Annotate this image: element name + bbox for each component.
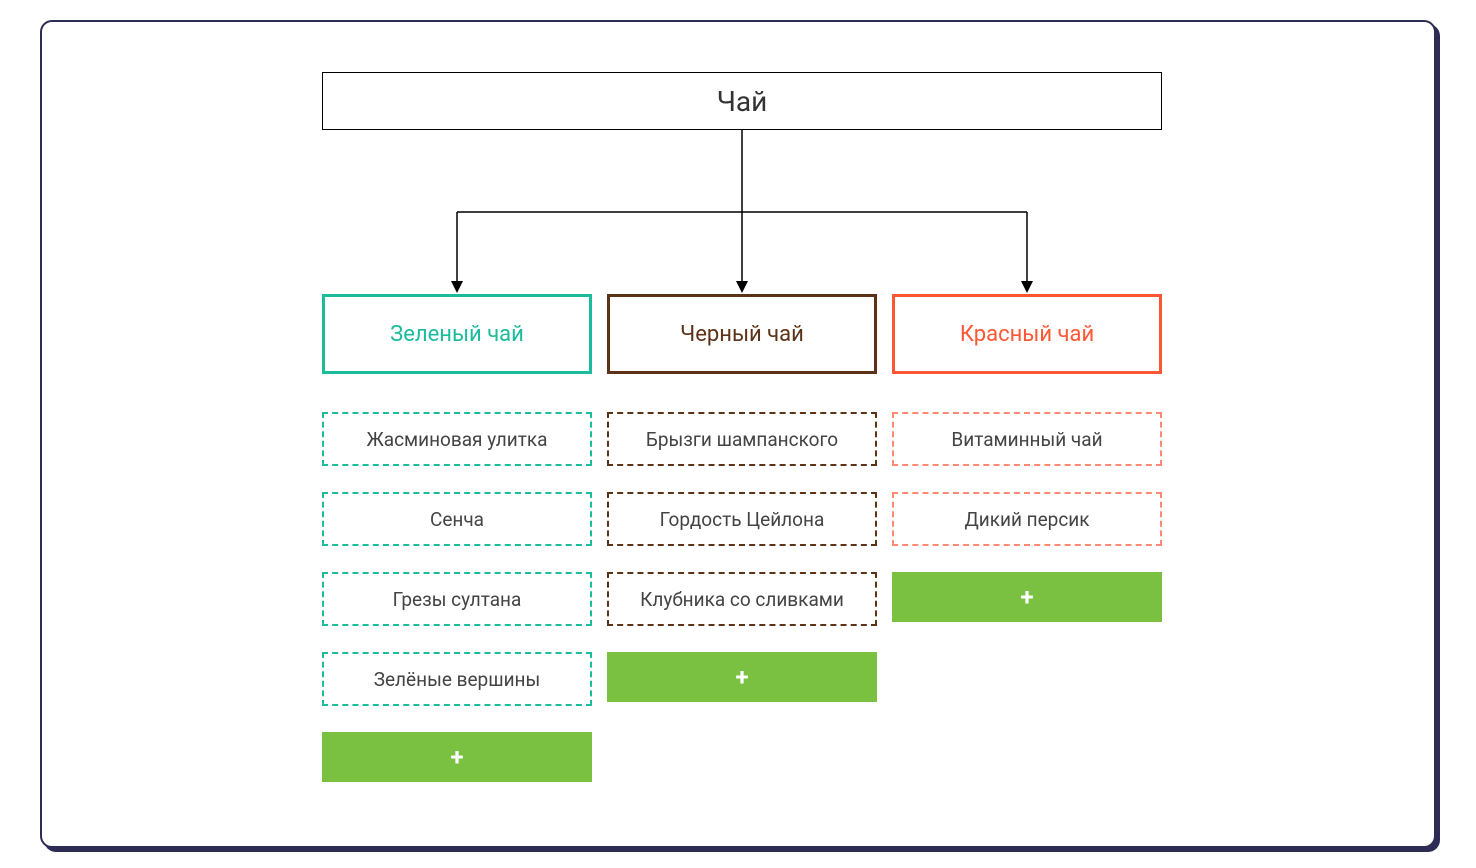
category-green-label: Зеленый чай <box>390 322 524 347</box>
item-label: Витаминный чай <box>951 428 1102 451</box>
item-label: Гордость Цейлона <box>660 508 825 531</box>
item-label: Клубника со сливками <box>640 588 844 611</box>
item-label: Зелёные вершины <box>374 668 541 691</box>
add-button-green[interactable]: + <box>322 732 592 782</box>
add-button-red[interactable]: + <box>892 572 1162 622</box>
root-label: Чай <box>717 85 768 118</box>
category-black-label: Черный чай <box>680 322 804 347</box>
item-label: Грезы султана <box>393 588 522 611</box>
item-red-2[interactable]: Дикий персик <box>892 492 1162 546</box>
item-green-2[interactable]: Сенча <box>322 492 592 546</box>
category-green[interactable]: Зеленый чай <box>322 294 592 374</box>
item-green-3[interactable]: Грезы султана <box>322 572 592 626</box>
item-label: Дикий персик <box>964 508 1089 531</box>
item-green-1[interactable]: Жасминовая улитка <box>322 412 592 466</box>
item-green-4[interactable]: Зелёные вершины <box>322 652 592 706</box>
item-label: Сенча <box>430 508 484 531</box>
category-red[interactable]: Красный чай <box>892 294 1162 374</box>
plus-icon: + <box>450 743 463 771</box>
item-label: Брызги шампанского <box>646 428 838 451</box>
root-node: Чай <box>322 72 1162 130</box>
item-black-3[interactable]: Клубника со сливками <box>607 572 877 626</box>
plus-icon: + <box>735 663 748 691</box>
plus-icon: + <box>1020 583 1033 611</box>
category-red-label: Красный чай <box>960 322 1094 347</box>
category-black[interactable]: Черный чай <box>607 294 877 374</box>
item-label: Жасминовая улитка <box>366 428 547 451</box>
item-black-2[interactable]: Гордость Цейлона <box>607 492 877 546</box>
diagram-frame: Чай Зеленый чай Черный чай Красный чай Ж… <box>40 20 1436 848</box>
add-button-black[interactable]: + <box>607 652 877 702</box>
item-red-1[interactable]: Витаминный чай <box>892 412 1162 466</box>
item-black-1[interactable]: Брызги шампанского <box>607 412 877 466</box>
